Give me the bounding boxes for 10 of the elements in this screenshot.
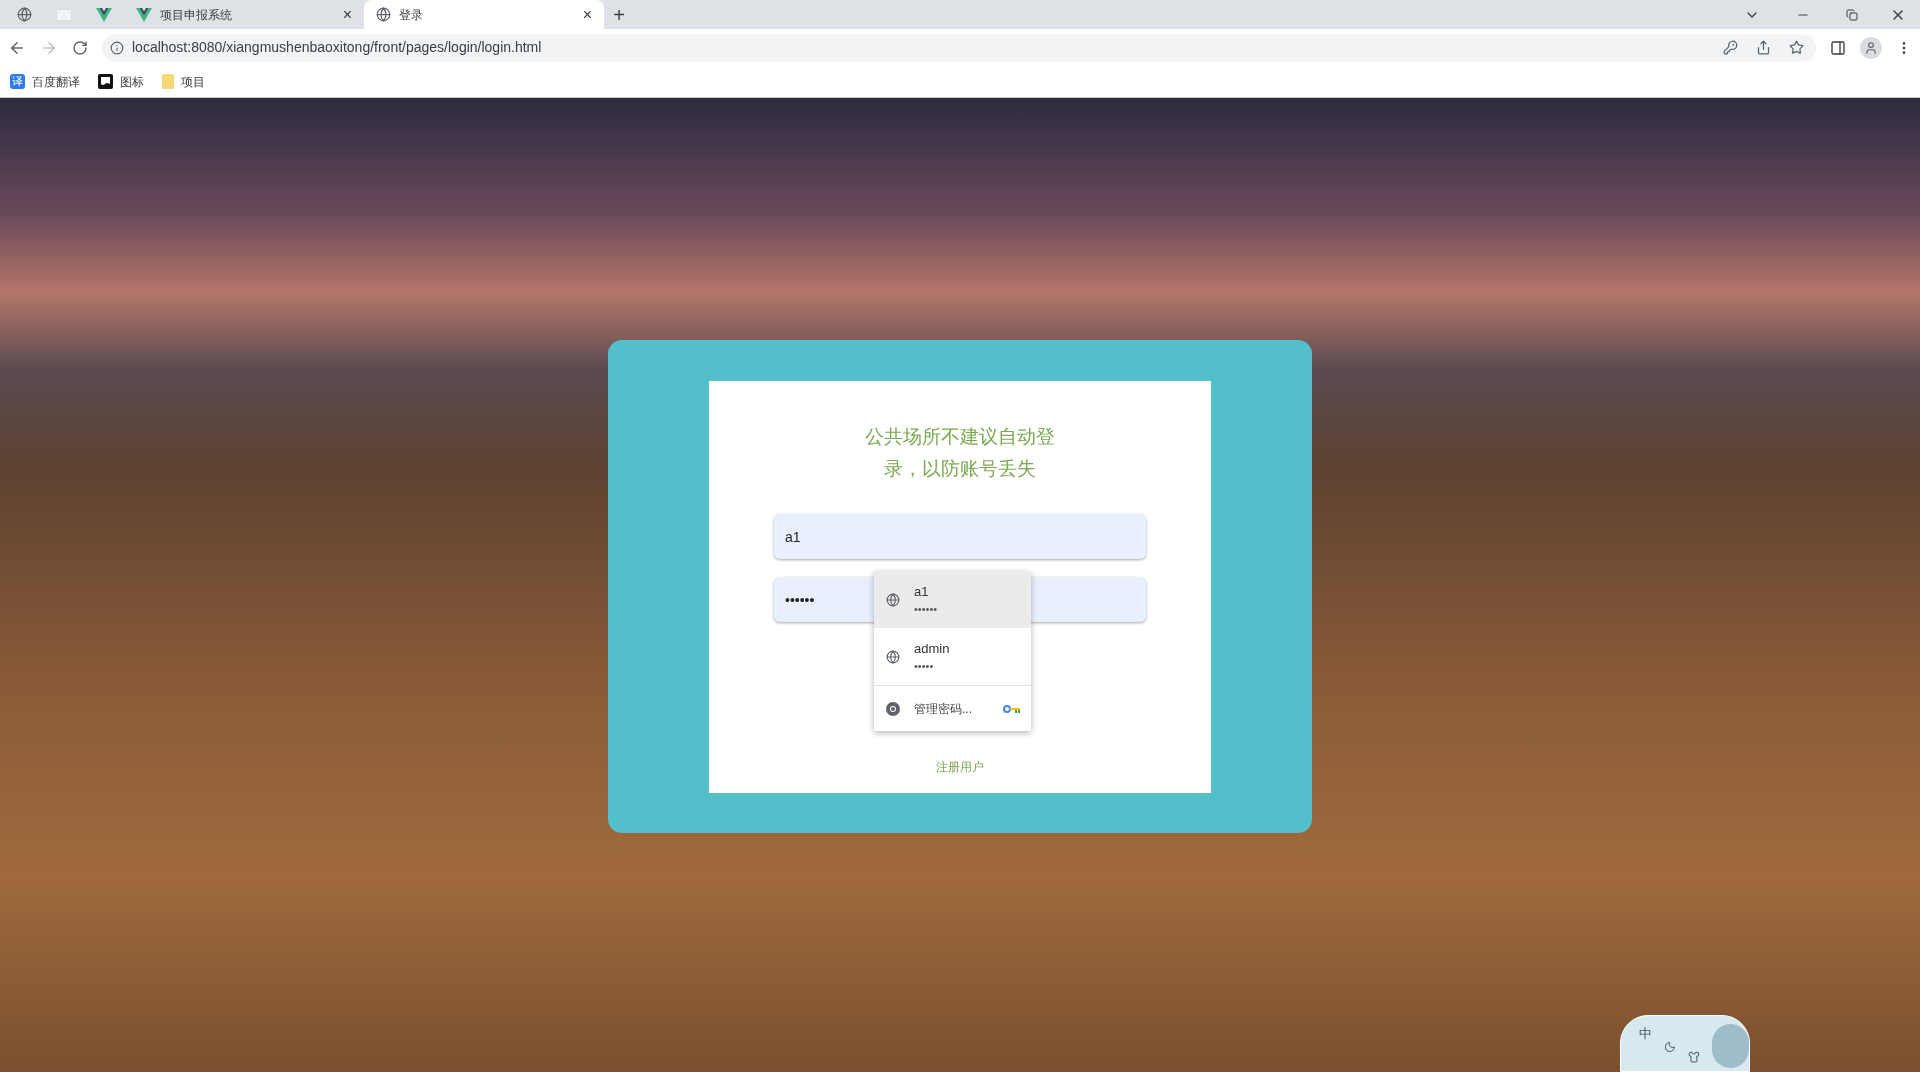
notice-text: 公共场所不建议自动登录，以防账号丢失 [864, 425, 1056, 481]
manage-passwords-label: 管理密码... [914, 700, 973, 718]
translate-icon: 译 [10, 74, 25, 89]
saved-password: ••••• [914, 658, 935, 674]
saved-password: •••••• [914, 601, 938, 617]
tab-title: 项目申报系统 [160, 6, 233, 24]
saved-username: a1 [914, 582, 930, 601]
url-text: localhost:8080/xiangmushenbaoxitong/front/pages/login/login.html [132, 38, 543, 57]
tab-title: 登录 [399, 6, 424, 24]
saved-username: admin [914, 639, 950, 658]
